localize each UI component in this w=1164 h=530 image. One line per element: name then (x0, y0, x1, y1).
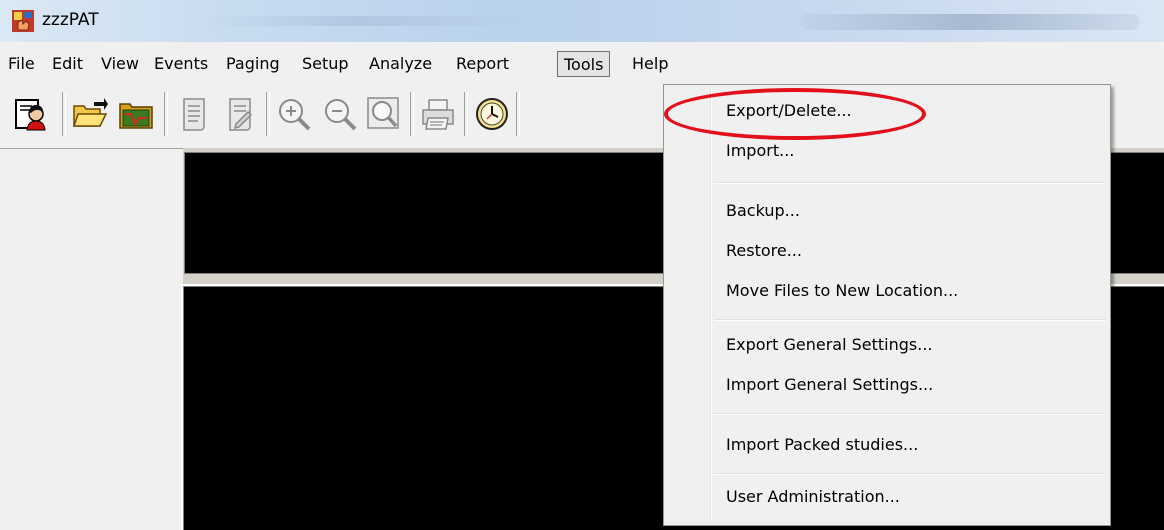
menu-item-export-general-settings[interactable]: Export General Settings... (726, 335, 932, 354)
menu-item-import-packed-studies[interactable]: Import Packed studies... (726, 435, 918, 454)
menu-item-import[interactable]: Import... (726, 141, 794, 160)
title-bar-blurred-path (800, 14, 1140, 30)
zoom-fit-icon[interactable] (366, 96, 402, 132)
menu-report[interactable]: Report (456, 54, 509, 73)
menu-edit[interactable]: Edit (52, 54, 83, 73)
menu-item-backup[interactable]: Backup... (726, 201, 800, 220)
window-title: zzzPAT (42, 10, 99, 30)
zoom-out-icon[interactable] (322, 96, 358, 132)
menu-item-import-general-settings[interactable]: Import General Settings... (726, 375, 933, 394)
zoom-in-icon[interactable] (276, 96, 312, 132)
menu-events[interactable]: Events (154, 54, 208, 73)
open-folder-icon[interactable] (72, 96, 108, 132)
menu-separator (714, 319, 1106, 321)
toolbar-separator (516, 92, 520, 136)
menu-paging[interactable]: Paging (226, 54, 280, 73)
red-highlight-ellipse (664, 88, 926, 140)
tools-menu-dropdown: Export/Delete... Import... Backup... Res… (663, 84, 1111, 526)
report-edit-icon[interactable] (222, 96, 258, 132)
zzzpat-app-icon[interactable] (12, 10, 34, 32)
toolbar-separator (464, 92, 468, 136)
study-folder-icon[interactable] (118, 96, 154, 132)
menu-separator (714, 413, 1106, 415)
menu-separator (714, 182, 1106, 184)
menu-item-restore[interactable]: Restore... (726, 241, 802, 260)
clock-icon[interactable] (474, 96, 510, 132)
patient-icon[interactable] (12, 96, 48, 132)
menu-file[interactable]: File (8, 54, 35, 73)
menu-bar: File Edit View Events Paging Setup Analy… (0, 48, 1164, 82)
menu-help[interactable]: Help (632, 54, 668, 73)
left-pane (0, 148, 183, 529)
title-bar-blurred-region (200, 16, 520, 26)
toolbar-separator (410, 92, 414, 136)
menu-icon-gutter (710, 87, 712, 521)
menu-analyze[interactable]: Analyze (369, 54, 432, 73)
toolbar-separator (164, 92, 168, 136)
toolbar-separator (266, 92, 270, 136)
toolbar-separator (62, 92, 66, 136)
menu-view[interactable]: View (101, 54, 139, 73)
title-bar: zzzPAT (0, 0, 1164, 42)
report-icon[interactable] (176, 96, 212, 132)
print-icon[interactable] (420, 96, 456, 132)
menu-item-user-administration[interactable]: User Administration... (726, 487, 900, 506)
menu-item-move-files[interactable]: Move Files to New Location... (726, 281, 958, 300)
menu-tools[interactable]: Tools (557, 51, 611, 77)
menu-separator (714, 473, 1106, 475)
menu-setup[interactable]: Setup (302, 54, 349, 73)
